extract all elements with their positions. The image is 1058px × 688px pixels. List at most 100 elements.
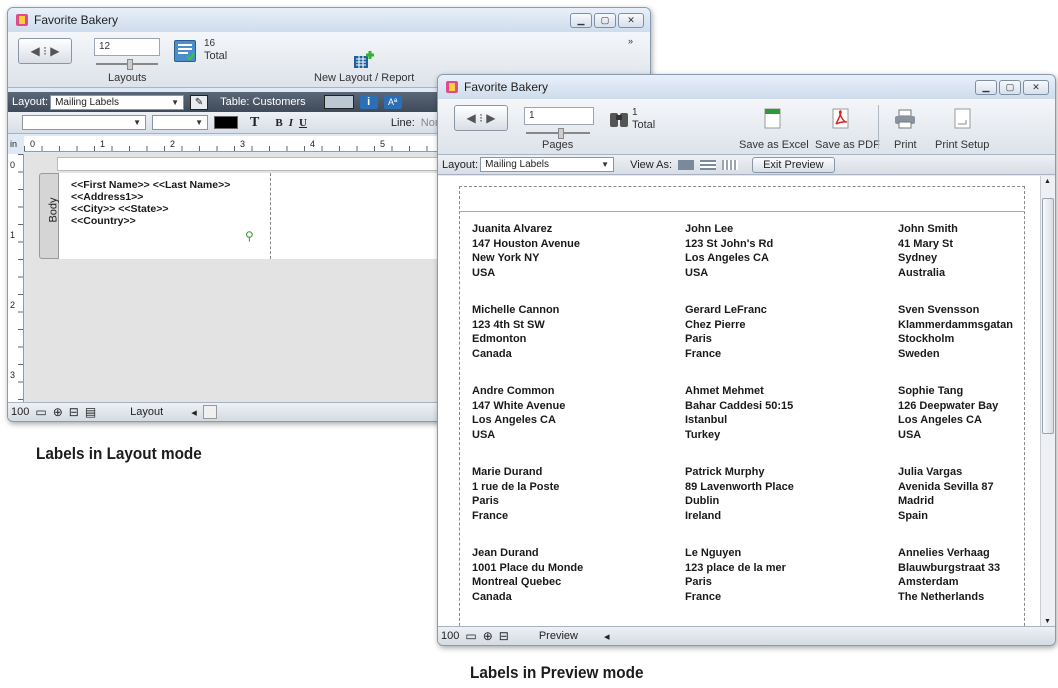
label-line: Canada [472,590,512,603]
close-button[interactable]: ✕ [618,12,644,28]
layout-book-navigator[interactable]: ◀ ⁝ ▶ [18,38,72,64]
label-line: Edmonton [472,333,527,345]
close-button[interactable]: ✕ [1023,79,1049,95]
page-slider[interactable] [526,128,590,139]
scroll-left-icon[interactable]: ◂ [604,630,610,643]
maximize-button[interactable]: ▢ [594,12,616,28]
merge-fields-block[interactable]: <<First Name>> <<Last Name>> <<Address1>… [71,179,230,227]
save-as-excel-button[interactable]: Save as Excel [739,139,809,151]
ruler-units: in [10,139,18,149]
layout-prefix: Layout: [12,96,49,108]
merge-field-address[interactable]: <<Address1>> [71,191,230,203]
mode-label[interactable]: Layout [130,406,163,418]
italic-button[interactable]: I [289,117,293,129]
horizontal-scrollbar[interactable] [202,405,217,419]
zoom-in-icon[interactable]: ⊕ [53,405,63,419]
minimize-button[interactable]: ▁ [975,79,997,95]
vruler-mark-1: 1 [10,230,16,240]
preview-layout-bar: Layout: Mailing Labels ▼ View As: Exit Pr… [438,155,1055,175]
font-size-select[interactable]: ▼ [152,115,208,130]
chevron-down-icon: ▼ [601,160,610,169]
mode-label[interactable]: Preview [539,630,578,642]
font-size-icon[interactable]: Aª [383,95,402,109]
zoom-in-icon[interactable]: ⊕ [483,629,493,643]
chevron-down-icon: ▼ [133,118,141,127]
vertical-scrollbar[interactable]: ▲ ▼ [1040,176,1055,627]
text-tool-button[interactable]: T [250,115,259,131]
label-line: Bahar Caddesi 50:15 [685,399,794,412]
status-toolbar-toggle-icon[interactable]: ⊟ [499,629,509,643]
layout-number-field[interactable]: 12 [94,38,160,56]
print-button[interactable]: Print [894,139,917,151]
mailing-label: Michelle Cannon 123 4th St SW Edmonton Cana… [472,303,559,361]
label-line: 126 Deepwater Bay [898,399,999,412]
pdf-icon[interactable] [832,107,850,129]
field-picker-icon[interactable] [323,95,354,109]
layout-select[interactable]: Mailing Labels ▼ [50,94,185,110]
label-line: Sydney [898,252,938,264]
printer-icon[interactable] [894,109,916,129]
label-line: Marie Durand [472,466,543,478]
layout-window-title: Favorite Bakery [34,13,119,27]
merge-field-city-state[interactable]: <<City>> <<State>> [71,203,230,215]
label-line: Patrick Murphy [685,466,765,478]
maximize-button[interactable]: ▢ [999,79,1021,95]
zoom-level[interactable]: 100 [441,630,459,642]
bold-button[interactable]: B [275,117,282,129]
page-book-navigator[interactable]: ◀ ⁝ ▶ [454,105,508,131]
scroll-up-icon[interactable]: ▲ [1044,178,1051,185]
minimize-button[interactable]: ▁ [570,12,592,28]
exit-preview-button[interactable]: Exit Preview [752,156,835,173]
scroll-down-icon[interactable]: ▼ [1044,618,1051,625]
chevron-down-icon: ▼ [195,118,203,127]
label-line: Sven Svensson [898,304,980,316]
layouts-total-icon [174,40,196,62]
info-icon[interactable]: i [359,95,378,109]
scroll-thumb[interactable] [1042,198,1054,434]
save-as-pdf-button[interactable]: Save as PDF [815,139,880,151]
label-line: Spain [898,509,928,522]
view-as-form-icon[interactable] [678,159,695,170]
pages-total-count: 1 [632,107,638,118]
vruler-mark-2: 2 [10,300,16,310]
label-line: Los Angeles CA [472,414,556,426]
layout-window-titlebar[interactable]: Favorite Bakery ▁ ▢ ✕ [8,8,650,32]
scroll-left-icon[interactable]: ◂ [191,406,197,419]
new-layout-icon[interactable] [353,50,375,70]
label-line: Sweden [898,347,940,360]
mailing-label: Julia Vargas Avenida Sevilla 87 Madrid Spai… [898,465,994,523]
toolbar-overflow-icon[interactable]: » [628,36,633,46]
status-toolbar-toggle-icon[interactable]: ⊟ [69,405,79,419]
merge-field-name[interactable]: <<First Name>> <<Last Name>> [71,179,230,191]
font-family-select[interactable]: ▼ [22,115,146,130]
body-part-tab[interactable]: Body [39,173,60,259]
underline-button[interactable]: U [299,117,307,129]
merge-field-country[interactable]: <<Country>> [71,215,230,227]
zoom-out-icon[interactable]: ▭ [465,629,476,643]
edit-layout-icon[interactable]: ✎ [190,94,209,110]
zoom-out-icon[interactable]: ▭ [35,405,46,419]
zoom-level[interactable]: 100 [11,406,29,418]
excel-icon[interactable] [764,107,782,129]
page-number-field[interactable]: 1 [524,107,594,125]
label-line: Stockholm [898,333,955,345]
layout-slider[interactable] [96,59,158,70]
mailing-label: Annelies Verhaag Blauwburgstraat 33 Amster… [898,546,1000,604]
text-color-swatch[interactable] [214,116,238,129]
layout-select[interactable]: Mailing Labels ▼ [480,157,615,172]
label-line: Blauwburgstraat 33 [898,561,1001,574]
label-line: Klammerdammsgatan [898,318,1013,331]
label-line: Australia [898,266,946,279]
mode-popup-icon[interactable]: ▤ [85,405,96,419]
print-setup-button[interactable]: Print Setup [935,139,989,151]
toolbar-divider [878,105,879,149]
new-layout-report-label[interactable]: New Layout / Report [314,72,414,84]
preview-mode-window: Favorite Bakery ▁ ▢ ✕ ◀ ⁝ ▶ 1 Pages 1 To… [437,74,1056,646]
print-setup-icon[interactable] [954,107,972,129]
preview-window-titlebar[interactable]: Favorite Bakery ▁ ▢ ✕ [438,75,1055,99]
layout-prefix: Layout: [442,158,479,171]
mailing-label: Le Nguyen 123 place de la mer Paris France [685,546,786,604]
label-line: USA [472,428,496,441]
view-as-table-icon[interactable] [722,159,739,170]
view-as-list-icon[interactable] [700,159,717,170]
